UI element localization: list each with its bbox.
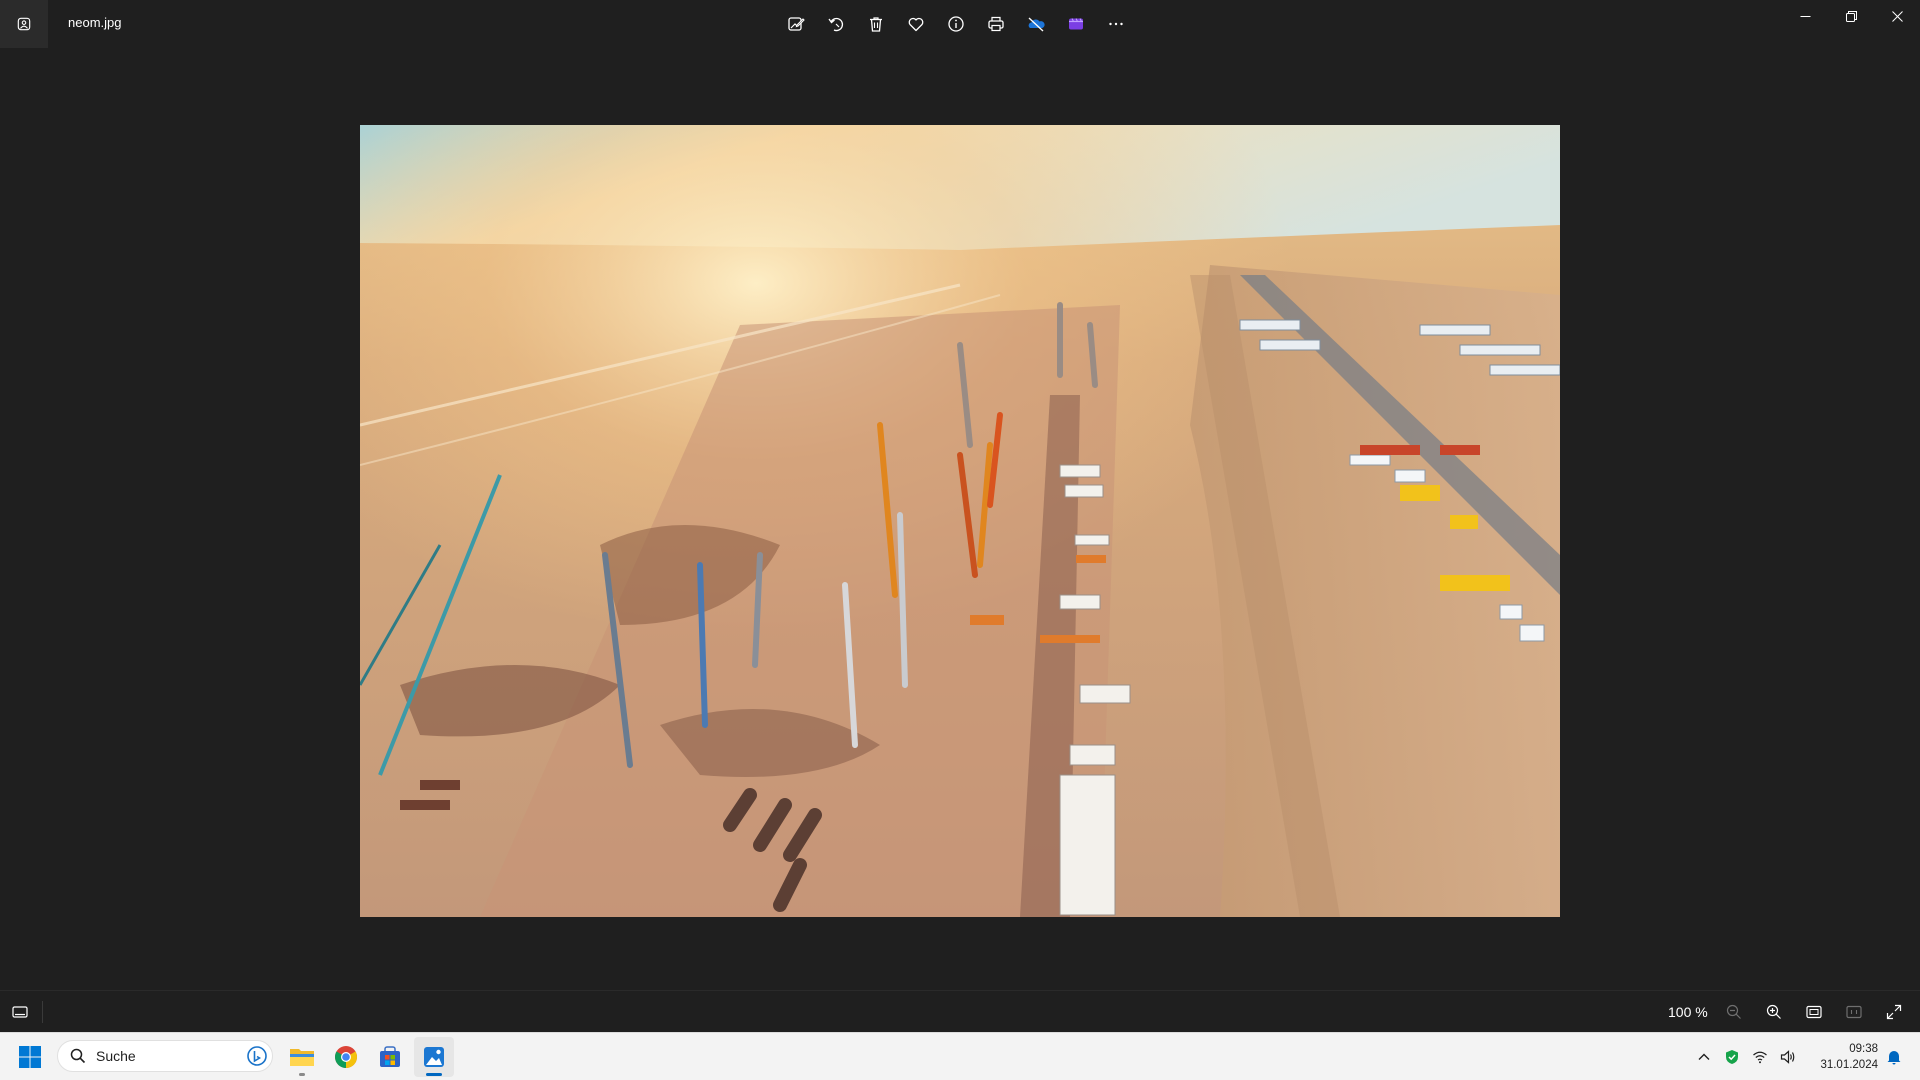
photos-app-icon bbox=[17, 17, 31, 31]
file-info-icon bbox=[948, 16, 964, 32]
taskbar-photos[interactable] bbox=[414, 1037, 454, 1077]
taskbar-file-explorer[interactable] bbox=[282, 1037, 322, 1077]
bing-chat-icon[interactable] bbox=[246, 1045, 268, 1067]
edit-image-button[interactable] bbox=[780, 8, 812, 40]
start-button[interactable] bbox=[14, 1041, 46, 1073]
taskbar-apps bbox=[282, 1037, 454, 1077]
actual-size-button[interactable] bbox=[1838, 996, 1870, 1028]
show-hidden-icons-button[interactable] bbox=[1692, 1041, 1716, 1073]
title-bar: neom.jpg bbox=[0, 0, 1920, 48]
favorite-button[interactable] bbox=[900, 8, 932, 40]
search-icon bbox=[70, 1048, 86, 1064]
photos-app-window: neom.jpg 100 % bbox=[0, 0, 1920, 1032]
taskbar-search-box[interactable]: Suche bbox=[57, 1040, 273, 1072]
delete-button[interactable] bbox=[860, 8, 892, 40]
zoom-controls bbox=[1718, 996, 1910, 1028]
clipchamp-button[interactable] bbox=[1060, 8, 1092, 40]
photos-app-icon bbox=[424, 1047, 444, 1067]
speaker-icon bbox=[1780, 1050, 1795, 1064]
windows-taskbar: Suche 09:38 31.01.2024 bbox=[0, 1032, 1920, 1080]
file-info-button[interactable] bbox=[940, 8, 972, 40]
minimize-button[interactable] bbox=[1782, 0, 1828, 32]
taskbar-microsoft-store[interactable] bbox=[370, 1037, 410, 1077]
notification-center-button[interactable] bbox=[1884, 1047, 1904, 1067]
active-indicator bbox=[426, 1073, 442, 1076]
zoom-level-label[interactable]: 100 % bbox=[1668, 1004, 1708, 1020]
system-tray bbox=[1692, 1041, 1800, 1073]
clipchamp-icon bbox=[1069, 18, 1083, 30]
edit-image-icon bbox=[788, 17, 805, 31]
more-options-icon bbox=[1109, 22, 1123, 26]
taskbar-clock[interactable]: 09:38 31.01.2024 bbox=[1812, 1041, 1878, 1073]
restore-button[interactable] bbox=[1828, 0, 1874, 32]
zoom-out-button[interactable] bbox=[1718, 996, 1750, 1028]
fit-to-window-icon bbox=[1806, 1005, 1822, 1019]
construction-site-photo bbox=[360, 125, 1560, 917]
microsoft-store-icon bbox=[380, 1046, 400, 1067]
running-indicator bbox=[299, 1073, 305, 1076]
fit-to-window-button[interactable] bbox=[1798, 996, 1830, 1028]
print-icon bbox=[988, 16, 1004, 32]
clock-time: 09:38 bbox=[1849, 1043, 1878, 1055]
rotate-button[interactable] bbox=[820, 8, 852, 40]
network-button[interactable] bbox=[1748, 1041, 1772, 1073]
file-explorer-icon bbox=[290, 1049, 314, 1066]
chevron-up-icon bbox=[1698, 1053, 1710, 1060]
taskbar-chrome[interactable] bbox=[326, 1037, 366, 1077]
close-icon bbox=[1891, 10, 1903, 22]
chrome-icon bbox=[335, 1046, 357, 1068]
wifi-icon bbox=[1753, 1051, 1767, 1064]
actual-size-icon bbox=[1846, 1005, 1862, 1019]
zoom-out-icon bbox=[1726, 1004, 1741, 1019]
restore-icon bbox=[1845, 10, 1857, 22]
onedrive-icon bbox=[1028, 17, 1045, 32]
notification-bell-icon bbox=[1887, 1051, 1901, 1065]
viewer-bottom-bar: 100 % bbox=[0, 990, 1920, 1032]
full-screen-button[interactable] bbox=[1878, 996, 1910, 1028]
delete-icon bbox=[870, 17, 882, 32]
file-name-title: neom.jpg bbox=[68, 15, 122, 30]
filmstrip-toggle-button[interactable] bbox=[6, 998, 34, 1026]
divider bbox=[42, 1001, 43, 1023]
window-controls bbox=[1782, 0, 1920, 32]
search-placeholder: Suche bbox=[96, 1048, 136, 1064]
security-status-button[interactable] bbox=[1720, 1041, 1744, 1073]
print-button[interactable] bbox=[980, 8, 1012, 40]
displayed-photo[interactable] bbox=[360, 125, 1560, 917]
more-options-button[interactable] bbox=[1100, 8, 1132, 40]
image-viewport[interactable] bbox=[0, 48, 1920, 990]
clock-date: 31.01.2024 bbox=[1820, 1059, 1878, 1071]
close-button[interactable] bbox=[1874, 0, 1920, 32]
windows-security-icon bbox=[1726, 1050, 1738, 1064]
full-screen-icon bbox=[1886, 1004, 1902, 1020]
minimize-icon bbox=[1800, 15, 1810, 17]
onedrive-button[interactable] bbox=[1020, 8, 1052, 40]
rotate-icon bbox=[828, 17, 844, 32]
volume-button[interactable] bbox=[1776, 1041, 1800, 1073]
windows-logo-icon bbox=[19, 1046, 41, 1068]
image-toolbar bbox=[780, 8, 1132, 40]
gallery-back-button[interactable] bbox=[0, 0, 48, 48]
favorite-heart-icon bbox=[908, 17, 924, 32]
zoom-in-icon bbox=[1766, 1004, 1781, 1019]
filmstrip-icon bbox=[12, 1006, 28, 1018]
zoom-in-button[interactable] bbox=[1758, 996, 1790, 1028]
